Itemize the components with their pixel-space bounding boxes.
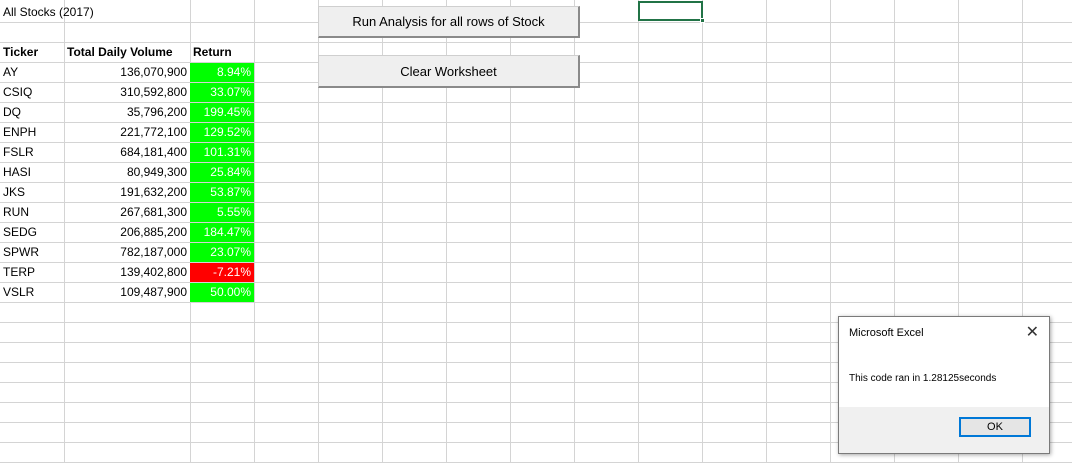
clear-worksheet-button[interactable]: Clear Worksheet (318, 55, 580, 88)
return-cell[interactable]: 5.55% (190, 203, 254, 222)
return-cell[interactable]: 129.52% (190, 123, 254, 142)
dialog-title: Microsoft Excel (849, 327, 924, 339)
volume-cell[interactable]: 35,796,200 (64, 102, 190, 122)
ticker-cell[interactable]: CSIQ (0, 82, 64, 102)
ticker-cell[interactable]: FSLR (0, 142, 64, 162)
return-cell[interactable]: 23.07% (190, 243, 254, 262)
return-cell[interactable]: -7.21% (190, 263, 254, 282)
volume-cell[interactable]: 684,181,400 (64, 142, 190, 162)
volume-cell[interactable]: 310,592,800 (64, 82, 190, 102)
volume-cell[interactable]: 136,070,900 (64, 62, 190, 82)
volume-cell[interactable]: 80,949,300 (64, 162, 190, 182)
fill-handle[interactable] (700, 18, 705, 23)
volume-cell[interactable]: 267,681,300 (64, 202, 190, 222)
return-cell[interactable]: 101.31% (190, 143, 254, 162)
clear-worksheet-label: Clear Worksheet (400, 64, 497, 79)
volume-cell[interactable]: 206,885,200 (64, 222, 190, 242)
close-icon[interactable]: ✕ (1026, 322, 1039, 342)
ticker-cell[interactable]: HASI (0, 162, 64, 182)
volume-cell[interactable]: 191,632,200 (64, 182, 190, 202)
active-cell-selection[interactable] (638, 1, 703, 21)
header-total-daily-volume[interactable]: Total Daily Volume (64, 42, 190, 62)
return-cell[interactable]: 184.47% (190, 223, 254, 242)
return-cell[interactable]: 8.94% (190, 63, 254, 82)
return-cell[interactable]: 53.87% (190, 183, 254, 202)
ticker-cell[interactable]: JKS (0, 182, 64, 202)
return-cell[interactable]: 50.00% (190, 283, 254, 302)
sheet-title[interactable]: All Stocks (2017) (0, 2, 200, 22)
ticker-cell[interactable]: ENPH (0, 122, 64, 142)
ticker-cell[interactable]: VSLR (0, 282, 64, 302)
ticker-cell[interactable]: TERP (0, 262, 64, 282)
header-return[interactable]: Return (190, 42, 254, 62)
volume-cell[interactable]: 221,772,100 (64, 122, 190, 142)
volume-cell[interactable]: 782,187,000 (64, 242, 190, 262)
run-analysis-button[interactable]: Run Analysis for all rows of Stock (318, 6, 580, 38)
dialog-footer: OK (839, 407, 1049, 453)
ticker-cell[interactable]: SEDG (0, 222, 64, 242)
dialog-message: This code ran in 1.28125seconds (849, 373, 997, 384)
return-cell[interactable]: 199.45% (190, 103, 254, 122)
ok-button[interactable]: OK (959, 417, 1031, 437)
ticker-cell[interactable]: DQ (0, 102, 64, 122)
run-analysis-label: Run Analysis for all rows of Stock (352, 14, 545, 29)
ticker-cell[interactable]: SPWR (0, 242, 64, 262)
volume-cell[interactable]: 109,487,900 (64, 282, 190, 302)
message-box: Microsoft Excel ✕ This code ran in 1.281… (838, 316, 1050, 454)
ticker-cell[interactable]: AY (0, 62, 64, 82)
return-cell[interactable]: 25.84% (190, 163, 254, 182)
volume-cell[interactable]: 139,402,800 (64, 262, 190, 282)
ticker-cell[interactable]: RUN (0, 202, 64, 222)
return-cell[interactable]: 33.07% (190, 83, 254, 102)
header-ticker[interactable]: Ticker (0, 42, 64, 62)
